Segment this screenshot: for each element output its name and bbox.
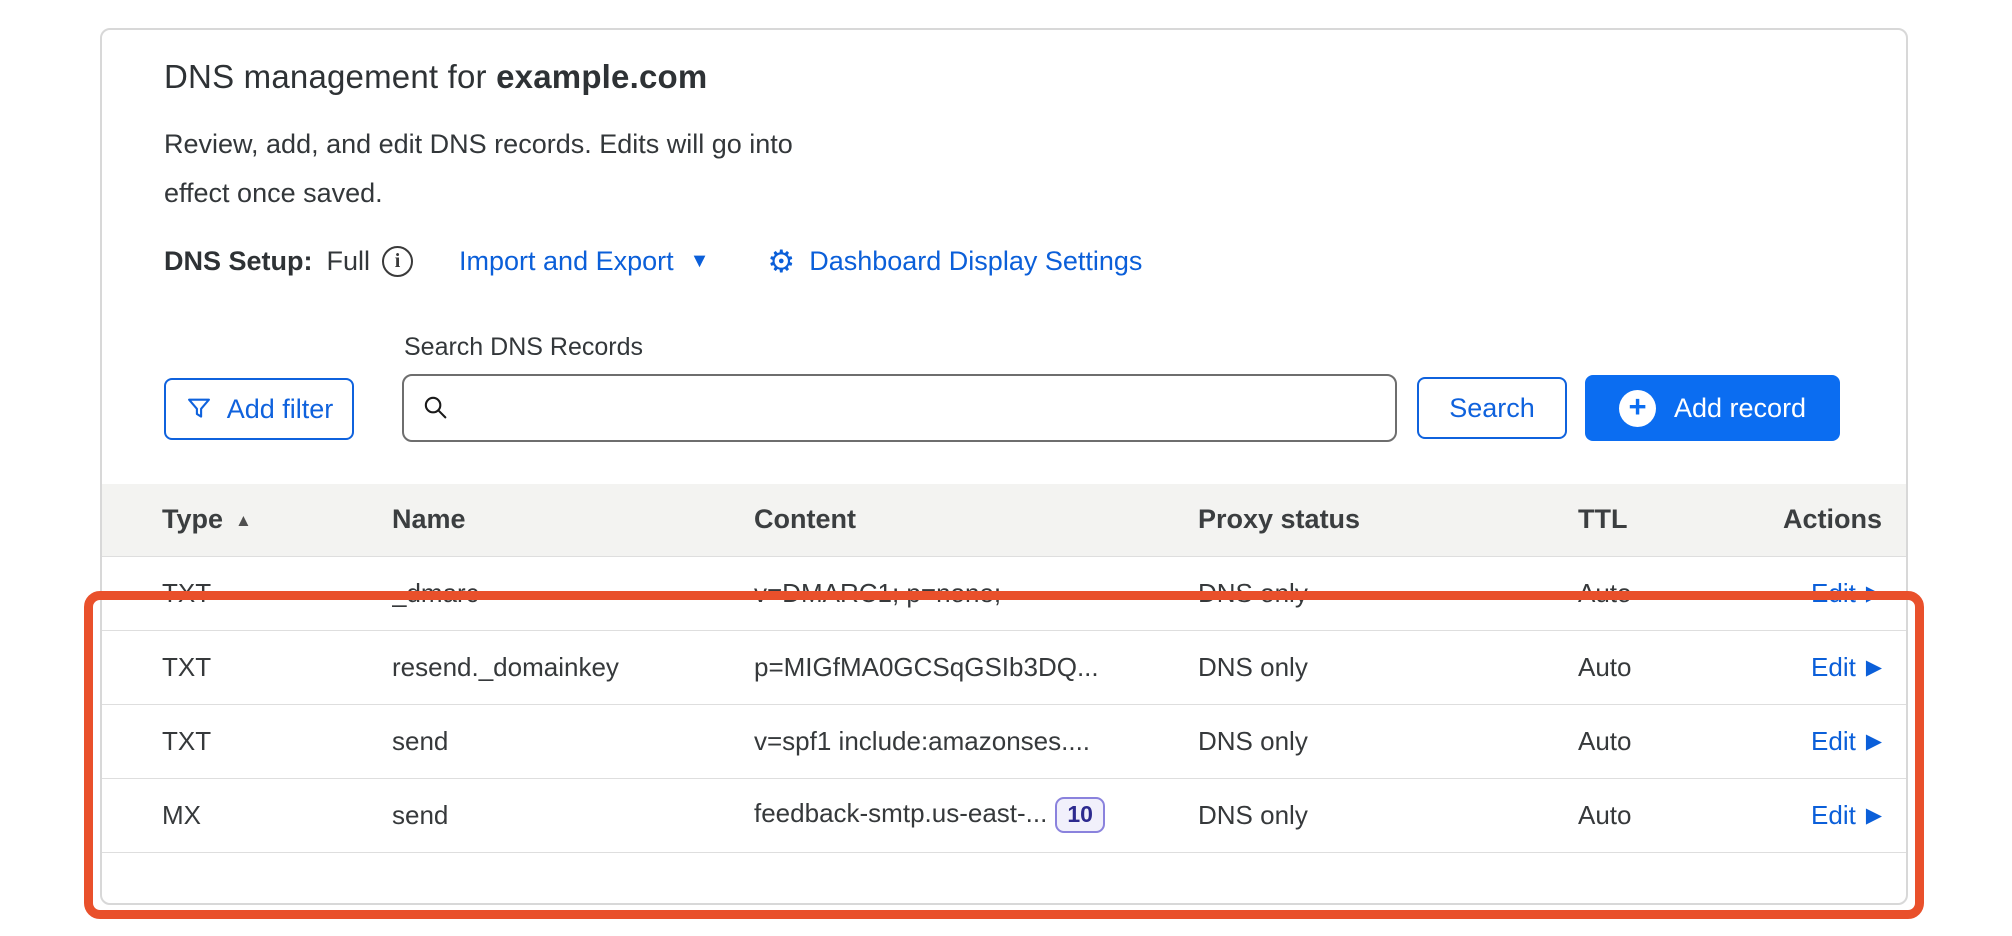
- search-section: Search DNS Records: [402, 333, 1397, 442]
- record-type: TXT: [102, 704, 392, 778]
- record-name: send: [392, 704, 754, 778]
- record-ttl: Auto: [1578, 556, 1766, 630]
- search-label: Search DNS Records: [404, 333, 1397, 362]
- record-name: send: [392, 778, 754, 852]
- column-header-type[interactable]: Type▲: [102, 484, 392, 556]
- edit-record-button[interactable]: Edit▶: [1811, 652, 1882, 683]
- chevron-down-icon: ▼: [690, 250, 710, 273]
- page-title-prefix: DNS management for: [164, 58, 487, 95]
- column-header-name: Name: [392, 484, 754, 556]
- record-proxy-status: DNS only: [1198, 778, 1578, 852]
- page-description: Review, add, and edit DNS records. Edits…: [164, 120, 832, 218]
- column-header-actions: Actions: [1766, 484, 1906, 556]
- plus-icon: +: [1619, 390, 1656, 427]
- search-button[interactable]: Search: [1417, 377, 1567, 439]
- chevron-right-icon: ▶: [1866, 803, 1882, 828]
- dns-setup-row: DNS Setup: Full i Import and Export ▼ ⚙ Da…: [164, 246, 1844, 277]
- record-proxy-status: DNS only: [1198, 556, 1578, 630]
- info-icon[interactable]: i: [382, 246, 413, 277]
- record-ttl: Auto: [1578, 630, 1766, 704]
- import-export-link[interactable]: Import and Export ▼: [459, 246, 709, 277]
- add-record-button[interactable]: + Add record: [1585, 375, 1840, 441]
- table-row: TXT _dmarc v=DMARC1; p=none; DNS only Au…: [102, 556, 1906, 630]
- record-name: resend._domainkey: [392, 630, 754, 704]
- controls-row: Add filter Search DNS Records Search + A…: [164, 277, 1844, 442]
- filter-icon: [185, 395, 213, 423]
- edit-record-button[interactable]: Edit▶: [1811, 800, 1882, 831]
- sort-ascending-icon: ▲: [235, 511, 252, 530]
- search-input[interactable]: [402, 374, 1397, 442]
- domain-name: example.com: [496, 58, 707, 95]
- record-content: p=MIGfMA0GCSqGSIb3DQ...: [754, 630, 1198, 704]
- search-input-container: [402, 374, 1397, 442]
- table-header-row: Type▲ Name Content Proxy status TTL Acti…: [102, 484, 1906, 556]
- table-row: TXT resend._domainkey p=MIGfMA0GCSqGSIb3…: [102, 630, 1906, 704]
- column-header-content: Content: [754, 484, 1198, 556]
- table-row: MX send feedback-smtp.us-east-...10 DNS …: [102, 778, 1906, 852]
- edit-record-button[interactable]: Edit▶: [1811, 578, 1882, 609]
- dns-setup-label: DNS Setup:: [164, 246, 313, 277]
- dashboard-display-settings-link[interactable]: ⚙ Dashboard Display Settings: [767, 246, 1142, 277]
- chevron-right-icon: ▶: [1866, 581, 1882, 606]
- record-content: v=DMARC1; p=none;: [754, 556, 1198, 630]
- priority-badge: 10: [1055, 797, 1105, 833]
- dns-management-card: DNS management for example.com Review, a…: [100, 28, 1908, 905]
- table-row: TXT send v=spf1 include:amazonses.... DN…: [102, 704, 1906, 778]
- import-export-label: Import and Export: [459, 246, 674, 277]
- record-type: TXT: [102, 556, 392, 630]
- add-record-label: Add record: [1674, 393, 1806, 424]
- record-proxy-status: DNS only: [1198, 704, 1578, 778]
- gear-icon: ⚙: [767, 246, 795, 277]
- record-content: v=spf1 include:amazonses....: [754, 704, 1198, 778]
- record-name: _dmarc: [392, 556, 754, 630]
- page-title: DNS management for example.com: [164, 58, 1844, 96]
- record-type: MX: [102, 778, 392, 852]
- record-type: TXT: [102, 630, 392, 704]
- record-proxy-status: DNS only: [1198, 630, 1578, 704]
- edit-record-button[interactable]: Edit▶: [1811, 726, 1882, 757]
- search-icon: [422, 394, 450, 427]
- dns-setup-value: Full: [327, 246, 371, 277]
- chevron-right-icon: ▶: [1866, 729, 1882, 754]
- add-filter-button[interactable]: Add filter: [164, 378, 354, 440]
- record-ttl: Auto: [1578, 704, 1766, 778]
- dashboard-settings-label: Dashboard Display Settings: [809, 246, 1142, 277]
- chevron-right-icon: ▶: [1866, 655, 1882, 680]
- record-ttl: Auto: [1578, 778, 1766, 852]
- column-header-ttl: TTL: [1578, 484, 1766, 556]
- add-filter-label: Add filter: [227, 394, 334, 425]
- page: DNS management for example.com Review, a…: [0, 0, 2012, 936]
- record-content: feedback-smtp.us-east-...10: [754, 778, 1198, 852]
- column-header-proxy-status: Proxy status: [1198, 484, 1578, 556]
- dns-records-table: Type▲ Name Content Proxy status TTL Acti…: [102, 484, 1906, 853]
